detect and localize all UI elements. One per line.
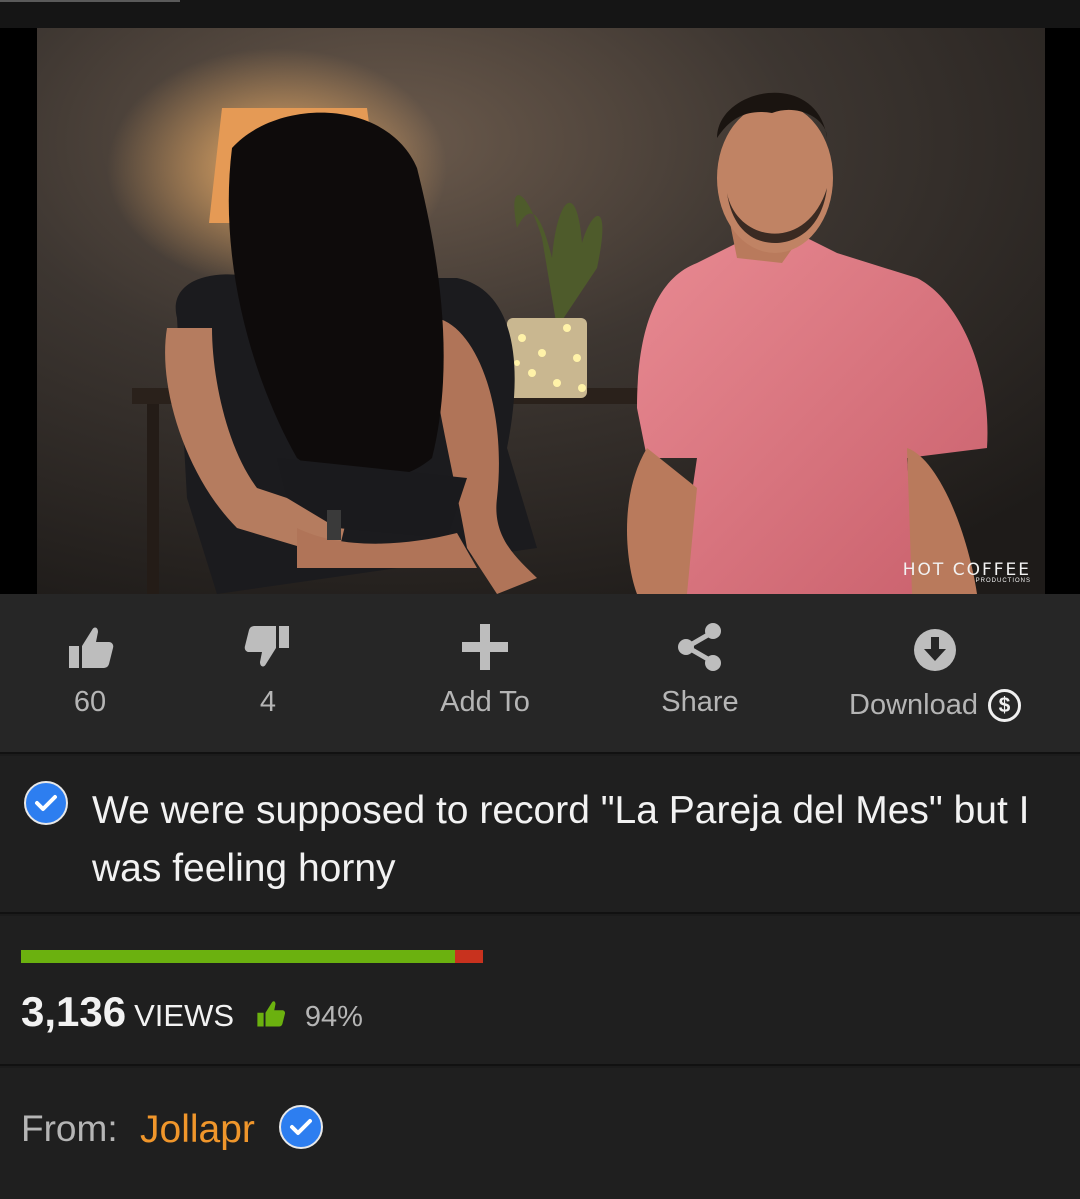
thumbs-down-icon	[244, 626, 289, 667]
rating-bar-fill	[21, 950, 456, 963]
download-circle-icon	[914, 629, 956, 671]
rating-bar	[21, 950, 483, 963]
video-player[interactable]: HOT COFFEE PRODUCTIONS	[0, 28, 1080, 594]
verified-check-icon	[24, 781, 68, 825]
video-frame[interactable]: HOT COFFEE PRODUCTIONS	[37, 28, 1045, 594]
share-icon	[678, 623, 721, 671]
uploader-section: From: Jollapr	[0, 1068, 1080, 1199]
dislike-count: 4	[259, 686, 277, 718]
video-stats-section: 3,136 VIEWS 94%	[0, 916, 1080, 1066]
add-to-button[interactable]: Add To	[415, 594, 555, 752]
like-button[interactable]: 60	[40, 594, 140, 752]
top-tab-indicator	[0, 0, 180, 2]
add-to-label: Add To	[440, 686, 530, 718]
verified-check-icon	[279, 1105, 323, 1149]
views-label: VIEWS	[134, 998, 235, 1033]
rating-percent: 94%	[304, 1001, 363, 1033]
download-label-row: Download $	[830, 689, 1040, 722]
video-action-bar: 60 4 Add To Share Download $	[0, 594, 1080, 754]
download-label: Download	[849, 689, 978, 721]
thumbs-up-icon	[257, 1001, 286, 1027]
video-thumbnail-image	[37, 28, 1045, 594]
views-count: 3,136	[21, 988, 127, 1035]
share-label: Share	[661, 686, 739, 718]
dislike-button[interactable]: 4	[218, 594, 318, 752]
plus-icon	[462, 624, 508, 670]
download-button[interactable]: Download $	[830, 594, 1040, 752]
video-title: We were supposed to record "La Pareja de…	[92, 789, 1030, 890]
watermark-text: HOT COFFEE	[902, 560, 1031, 580]
share-button[interactable]: Share	[630, 594, 770, 752]
video-watermark: HOT COFFEE PRODUCTIONS	[903, 560, 1031, 584]
thumbs-up-icon	[69, 627, 114, 668]
from-label: From:	[21, 1108, 118, 1149]
like-count: 60	[73, 686, 107, 718]
top-bar	[0, 0, 1080, 28]
video-title-section: We were supposed to record "La Pareja de…	[0, 756, 1080, 914]
views-line: 3,136 VIEWS 94%	[21, 988, 363, 1036]
dollar-circle-icon: $	[987, 689, 1021, 722]
uploader-link[interactable]: Jollapr	[140, 1108, 255, 1152]
